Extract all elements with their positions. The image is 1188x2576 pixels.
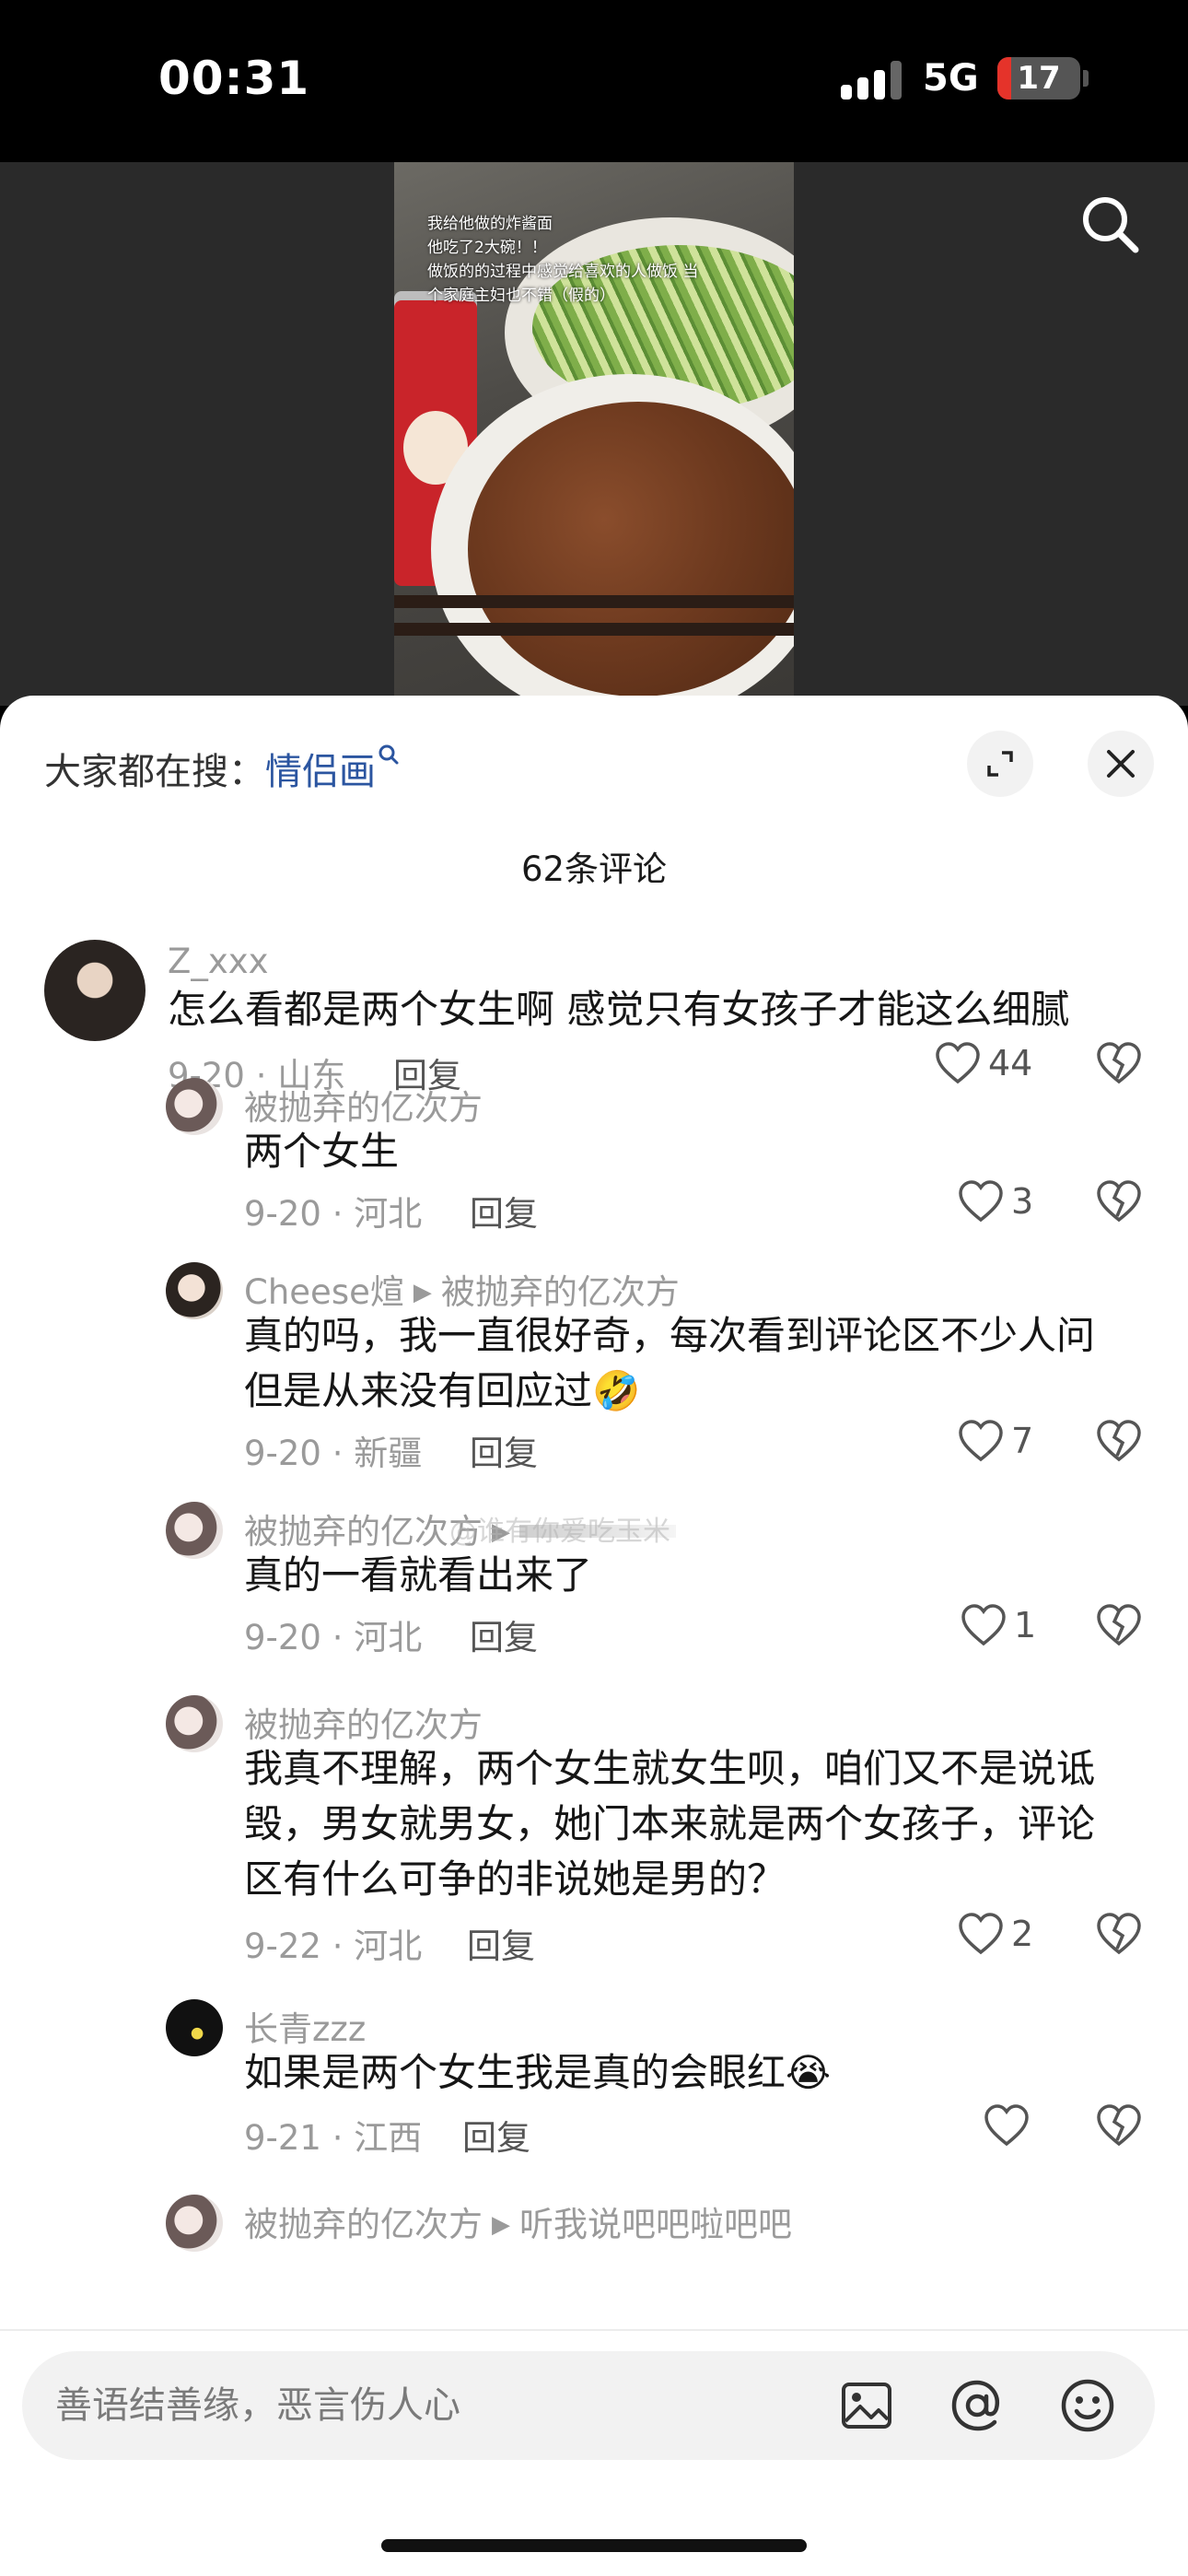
avatar[interactable]	[166, 1078, 223, 1135]
video-thumbnail[interactable]: 我给他做的炸酱面 他吃了2大碗！！ 做饭的的过程中感觉给喜欢的人做饭 当个家庭主…	[394, 162, 794, 706]
chopstick	[394, 595, 794, 608]
broken-heart-icon[interactable]	[1096, 2103, 1142, 2149]
heart-icon	[959, 1420, 1003, 1462]
comment-text: 真的一看就看出来了	[244, 1552, 593, 1598]
emoji-icon[interactable]	[1057, 2375, 1118, 2436]
comment-item: 被抛弃的亿次方 ▶ 听我说吧吧啦吧吧	[0, 2195, 1188, 2252]
like-count: 3	[1011, 1181, 1034, 1222]
heart-icon	[959, 1913, 1003, 1955]
comment-username[interactable]: 被抛弃的亿次方	[244, 1080, 483, 1130]
broken-heart-icon[interactable]	[1096, 1912, 1142, 1958]
hot-search-keyword[interactable]: 情侣画	[265, 751, 376, 793]
reply-button[interactable]: 回复	[470, 1186, 538, 1235]
comment-username[interactable]: Z_xxx	[168, 942, 269, 981]
comment-username[interactable]: 长青zzz	[244, 2001, 366, 2051]
avatar[interactable]	[44, 940, 146, 1041]
comment-username-name[interactable]: 被抛弃的亿次方	[244, 2205, 483, 2244]
avatar[interactable]	[166, 1262, 223, 1319]
battery-tip	[1083, 70, 1089, 87]
reply-arrow-icon: ▶	[492, 2211, 510, 2239]
network-type: 5G	[923, 57, 979, 100]
heart-icon	[984, 2104, 1029, 2147]
like-button[interactable]: 3	[958, 1179, 1041, 1225]
comment-meta: 9-21 · 江西	[244, 2118, 423, 2158]
video-caption: 我给他做的炸酱面 他吃了2大碗！！ 做饭的的过程中感觉给喜欢的人做饭 当个家庭主…	[427, 215, 699, 305]
like-button[interactable]: 1	[961, 1603, 1043, 1649]
comment-text: 我真不理解，两个女生就女生呗，咱们又不是说诋毁，男女就男女，她门本来就是两个女孩…	[244, 1746, 1096, 1902]
home-indicator	[381, 2539, 807, 2552]
chopstick	[394, 623, 794, 636]
broken-heart-icon[interactable]	[1096, 1179, 1142, 1225]
avatar[interactable]	[166, 1999, 223, 2056]
comment-meta: 9-20 · 新疆	[244, 1434, 423, 1473]
hot-search[interactable]: 大家都在搜：情侣画	[44, 742, 400, 795]
comment-username[interactable]: 被抛弃的亿次方	[244, 1697, 483, 1747]
comment-item: 长青zzz 如果是两个女生我是真的会眼红😭 9-21 · 江西 回复	[0, 1999, 1188, 2158]
comment-meta: 9-20 · 河北	[244, 1194, 423, 1234]
signal-icon	[841, 61, 905, 101]
comment-username-name[interactable]: Cheese煊	[244, 1272, 404, 1312]
broken-heart-icon[interactable]	[1096, 1603, 1142, 1649]
comment-text: 怎么看都是两个女生啊 感觉只有女孩子才能这么细腻	[168, 987, 1070, 1032]
reply-button[interactable]: 回复	[470, 1610, 538, 1659]
comment-item: 被抛弃的亿次方 我真不理解，两个女生就女生呗，咱们又不是说诋毁，男女就男女，她门…	[0, 1695, 1188, 1972]
like-count: 7	[1011, 1421, 1034, 1461]
video-area[interactable]: 我给他做的炸酱面 他吃了2大碗！！ 做饭的的过程中感觉给喜欢的人做饭 当个家庭主…	[0, 162, 1188, 706]
comment-username-name[interactable]: 被抛弃的亿次方	[244, 1512, 483, 1551]
comment-item: 被抛弃的亿次方 两个女生 9-20 · 河北 回复 3	[0, 1078, 1188, 1234]
comment-sheet: 大家都在搜：情侣画 62条评论 Z_xxx 怎么看都是两个女生啊 感觉只有女孩子…	[0, 696, 1188, 2576]
at-icon[interactable]	[947, 2375, 1007, 2436]
avatar[interactable]	[166, 1695, 223, 1752]
battery-icon: 17	[997, 57, 1080, 100]
comment-input-container[interactable]	[22, 2351, 1155, 2460]
like-button[interactable]	[984, 2103, 1030, 2149]
comment-username: Cheese煊 ▶ 被抛弃的亿次方	[244, 1264, 680, 1314]
comment-text: 两个女生	[244, 1129, 400, 1174]
expand-icon	[987, 751, 1013, 777]
avatar[interactable]	[166, 1502, 223, 1559]
comment-count: 62条评论	[520, 849, 668, 889]
comment-item: Cheese煊 ▶ 被抛弃的亿次方 真的吗，我一直很好奇，每次看到评论区不少人问但是…	[0, 1262, 1188, 1474]
avatar[interactable]	[166, 2195, 223, 2252]
comment-item: Z_xxx 怎么看都是两个女生啊 感觉只有女孩子才能这么细腻 9-20 · 山东…	[0, 940, 1188, 1095]
comment-meta: 9-22 · 河北	[244, 1926, 423, 1966]
heart-icon	[961, 1604, 1006, 1646]
like-count: 2	[1011, 1914, 1034, 1954]
close-button[interactable]	[1088, 731, 1154, 797]
search-icon[interactable]	[1077, 192, 1142, 256]
image-icon[interactable]	[836, 2375, 897, 2436]
comment-text: 真的吗，我一直很好奇，每次看到评论区不少人问但是从来没有回应过🤣	[244, 1313, 1096, 1413]
hot-search-prefix: 大家都在搜：	[44, 751, 265, 793]
reply-arrow-icon: ▶	[413, 1279, 432, 1306]
broken-heart-icon[interactable]	[1096, 1419, 1142, 1465]
meat-sauce	[468, 402, 794, 697]
reply-button[interactable]: 回复	[462, 2110, 530, 2160]
reply-button[interactable]: 回复	[470, 1425, 538, 1475]
status-time: 00:31	[158, 52, 310, 105]
search-icon	[379, 744, 399, 765]
status-bar: 00:31 5G 17	[0, 0, 1188, 162]
reply-to-username[interactable]: 被抛弃的亿次方	[441, 1272, 680, 1312]
like-count: 1	[1014, 1605, 1037, 1645]
reply-button[interactable]: 回复	[467, 1918, 535, 1968]
battery-level: 17	[1017, 60, 1061, 97]
comment-meta: 9-20 · 河北	[244, 1618, 423, 1657]
reply-to-username[interactable]: 听我说吧吧啦吧吧	[519, 2205, 792, 2244]
expand-button[interactable]	[967, 731, 1033, 797]
comment-text: 如果是两个女生我是真的会眼红😭	[244, 2050, 832, 2095]
watermark: @谁有你爱吃玉米	[449, 1516, 670, 1548]
comment-input[interactable]	[55, 2379, 792, 2432]
like-button[interactable]: 2	[958, 1912, 1041, 1958]
comment-username: 被抛弃的亿次方 ▶ 听我说吧吧啦吧吧	[244, 2196, 792, 2246]
heart-icon	[959, 1180, 1003, 1223]
like-button[interactable]: 7	[958, 1419, 1041, 1465]
close-icon	[1107, 750, 1135, 778]
